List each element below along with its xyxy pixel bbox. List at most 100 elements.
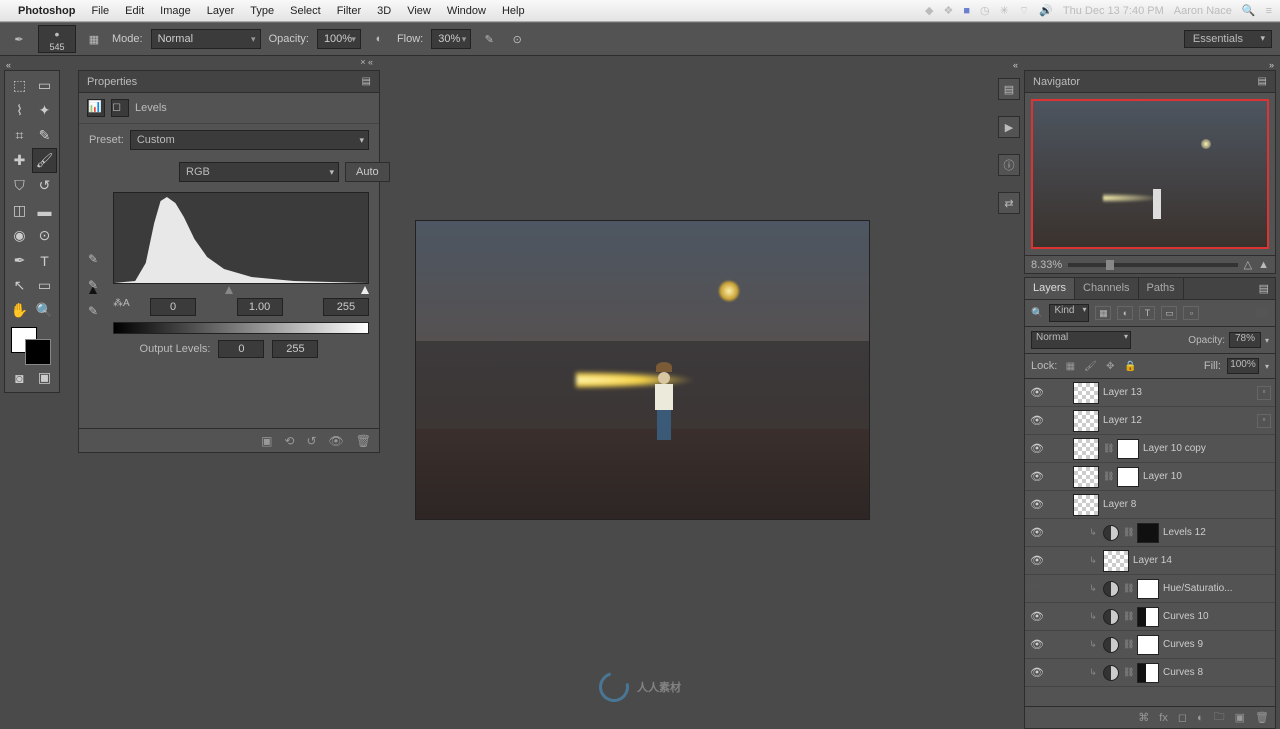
dropbox-icon[interactable]: ❖ xyxy=(943,4,953,17)
visibility-icon[interactable]: 👁 xyxy=(1029,666,1045,679)
layers-tab[interactable]: Layers xyxy=(1025,278,1075,299)
document-canvas[interactable] xyxy=(415,220,870,520)
view-previous-icon[interactable]: ⟲ xyxy=(284,434,294,448)
layer-row[interactable]: 👁⛓Layer 10 copy xyxy=(1025,435,1275,463)
app-icon[interactable]: ■ xyxy=(963,5,970,17)
mask-link-icon[interactable]: ⛓ xyxy=(1103,471,1113,482)
layer-row[interactable]: 👁Layer 12▫ xyxy=(1025,407,1275,435)
layer-list[interactable]: 👁Layer 13▫👁Layer 12▫👁⛓Layer 10 copy👁⛓Lay… xyxy=(1025,379,1275,706)
history-brush-icon[interactable]: ↺ xyxy=(32,173,57,198)
layer-mask-thumbnail[interactable] xyxy=(1117,439,1139,459)
zoom-out-icon[interactable]: △ xyxy=(1244,258,1252,271)
tool-preset-icon[interactable]: ✒ xyxy=(8,28,30,50)
navigator-tab[interactable]: Navigator xyxy=(1033,76,1080,88)
layer-fx-icon[interactable]: fx xyxy=(1159,712,1168,724)
output-black[interactable] xyxy=(218,340,264,358)
blend-mode-select[interactable]: Normal xyxy=(151,29,261,49)
link-layers-icon[interactable]: ⌘ xyxy=(1138,711,1149,724)
zoom-tool-icon[interactable]: 🔍 xyxy=(32,298,57,323)
airbrush-icon[interactable]: ✎ xyxy=(479,29,499,49)
channel-select[interactable]: RGB xyxy=(179,162,339,182)
marquee-tool-icon[interactable]: ▭ xyxy=(32,73,57,98)
black-point-eyedropper-icon[interactable]: ✎ xyxy=(85,251,101,267)
layer-thumbnail[interactable] xyxy=(1103,609,1119,625)
filter-shape-icon[interactable]: ▭ xyxy=(1161,306,1177,320)
workspace-switcher[interactable]: Essentials xyxy=(1184,30,1272,48)
navigator-menu-icon[interactable]: ▤ xyxy=(1258,76,1267,87)
new-layer-icon[interactable]: ▣ xyxy=(1235,711,1245,724)
visibility-icon[interactable]: 👁 xyxy=(1029,414,1045,427)
layer-row[interactable]: 👁↳⛓Hue/Saturatio... xyxy=(1025,575,1275,603)
mask-link-icon[interactable]: ⛓ xyxy=(1123,667,1133,678)
blend-mode-select[interactable]: Normal xyxy=(1031,331,1131,349)
layer-thumbnail[interactable] xyxy=(1103,525,1119,541)
layer-mask-thumbnail[interactable] xyxy=(1137,607,1159,627)
visibility-icon[interactable]: 👁 xyxy=(1029,386,1045,399)
blur-tool-icon[interactable]: ◉ xyxy=(7,223,32,248)
move-tool-icon[interactable]: ⬚ xyxy=(7,73,32,98)
layer-name[interactable]: Layer 8 xyxy=(1103,499,1136,510)
reset-icon[interactable]: ↺ xyxy=(306,434,316,448)
layer-name[interactable]: Levels 12 xyxy=(1163,527,1206,538)
eraser-tool-icon[interactable]: ◫ xyxy=(7,198,32,223)
output-gradient[interactable] xyxy=(113,322,369,334)
filter-adjust-icon[interactable]: ◐ xyxy=(1117,306,1133,320)
adjustments-panel-icon[interactable]: ⇄ xyxy=(998,192,1020,214)
stamp-tool-icon[interactable]: ⛉ xyxy=(7,173,32,198)
menu-window[interactable]: Window xyxy=(447,5,486,17)
histogram[interactable] xyxy=(113,192,369,284)
quickmask-icon[interactable]: ◙ xyxy=(7,365,32,390)
lasso-tool-icon[interactable]: ⌇ xyxy=(7,98,32,123)
volume-icon[interactable]: 🔊 xyxy=(1039,4,1053,17)
type-tool-icon[interactable]: T xyxy=(32,248,57,273)
channels-tab[interactable]: Channels xyxy=(1075,278,1138,299)
output-white[interactable] xyxy=(272,340,318,358)
layer-row[interactable]: 👁 Layer 8 xyxy=(1025,491,1275,519)
menu-filter[interactable]: Filter xyxy=(337,5,361,17)
layer-name[interactable]: Layer 14 xyxy=(1133,555,1172,566)
layer-name[interactable]: Layer 10 copy xyxy=(1143,443,1206,454)
mask-link-icon[interactable]: ⛓ xyxy=(1123,583,1133,594)
layer-name[interactable]: Curves 9 xyxy=(1163,639,1203,650)
visibility-icon[interactable]: 👁 xyxy=(1029,638,1045,651)
filter-pixel-icon[interactable]: ▦ xyxy=(1095,306,1111,320)
mask-link-icon[interactable]: ⛓ xyxy=(1103,443,1113,454)
lock-pixels-icon[interactable]: 🖌 xyxy=(1083,359,1097,373)
layer-thumbnail[interactable] xyxy=(1073,410,1099,432)
menu-layer[interactable]: Layer xyxy=(207,5,235,17)
layer-name[interactable]: Curves 8 xyxy=(1163,667,1203,678)
brush-tool-icon[interactable]: 🖌 xyxy=(32,148,57,173)
layer-mask-thumbnail[interactable] xyxy=(1137,579,1159,599)
layer-row[interactable]: 👁↳Layer 14 xyxy=(1025,547,1275,575)
layer-row[interactable]: 👁↳⛓Curves 10 xyxy=(1025,603,1275,631)
crop-tool-icon[interactable]: ⌗ xyxy=(7,123,32,148)
layer-mask-thumbnail[interactable] xyxy=(1137,523,1159,543)
gray-point-eyedropper-icon[interactable]: ✎ xyxy=(85,277,101,293)
layer-row[interactable]: 👁Layer 13▫ xyxy=(1025,379,1275,407)
pressure-opacity-icon[interactable]: ◐ xyxy=(369,29,389,49)
menu-edit[interactable]: Edit xyxy=(125,5,144,17)
visibility-icon[interactable]: 👁 xyxy=(1029,498,1045,511)
visibility-icon[interactable]: 👁 xyxy=(1029,582,1045,595)
group-icon[interactable]: 🗀 xyxy=(1214,708,1225,727)
menu-type[interactable]: Type xyxy=(250,5,274,17)
auto-button[interactable]: Auto xyxy=(345,162,390,182)
wand-tool-icon[interactable]: ✦ xyxy=(32,98,57,123)
input-gamma[interactable] xyxy=(237,298,283,316)
zoom-value[interactable]: 8.33% xyxy=(1031,259,1062,271)
app-menu[interactable]: Photoshop xyxy=(18,5,75,17)
clock[interactable]: Thu Dec 13 7:40 PM xyxy=(1063,5,1164,17)
layer-thumbnail[interactable] xyxy=(1103,550,1129,572)
visibility-icon[interactable]: 👁 xyxy=(1029,554,1045,567)
brush-panel-icon[interactable]: ▦ xyxy=(84,29,104,49)
paths-tab[interactable]: Paths xyxy=(1139,278,1184,299)
pressure-size-icon[interactable]: ⊙ xyxy=(507,29,527,49)
layer-name[interactable]: Layer 10 xyxy=(1143,471,1182,482)
info-panel-icon[interactable]: ⓘ xyxy=(998,154,1020,176)
layer-thumbnail[interactable] xyxy=(1103,581,1119,597)
gradient-tool-icon[interactable]: ▬ xyxy=(32,198,57,223)
layer-name[interactable]: Layer 13 xyxy=(1103,387,1142,398)
layer-thumbnail[interactable] xyxy=(1073,494,1099,516)
heal-tool-icon[interactable]: ✚ xyxy=(7,148,32,173)
collapse-right-icon[interactable]: » xyxy=(1269,60,1274,70)
